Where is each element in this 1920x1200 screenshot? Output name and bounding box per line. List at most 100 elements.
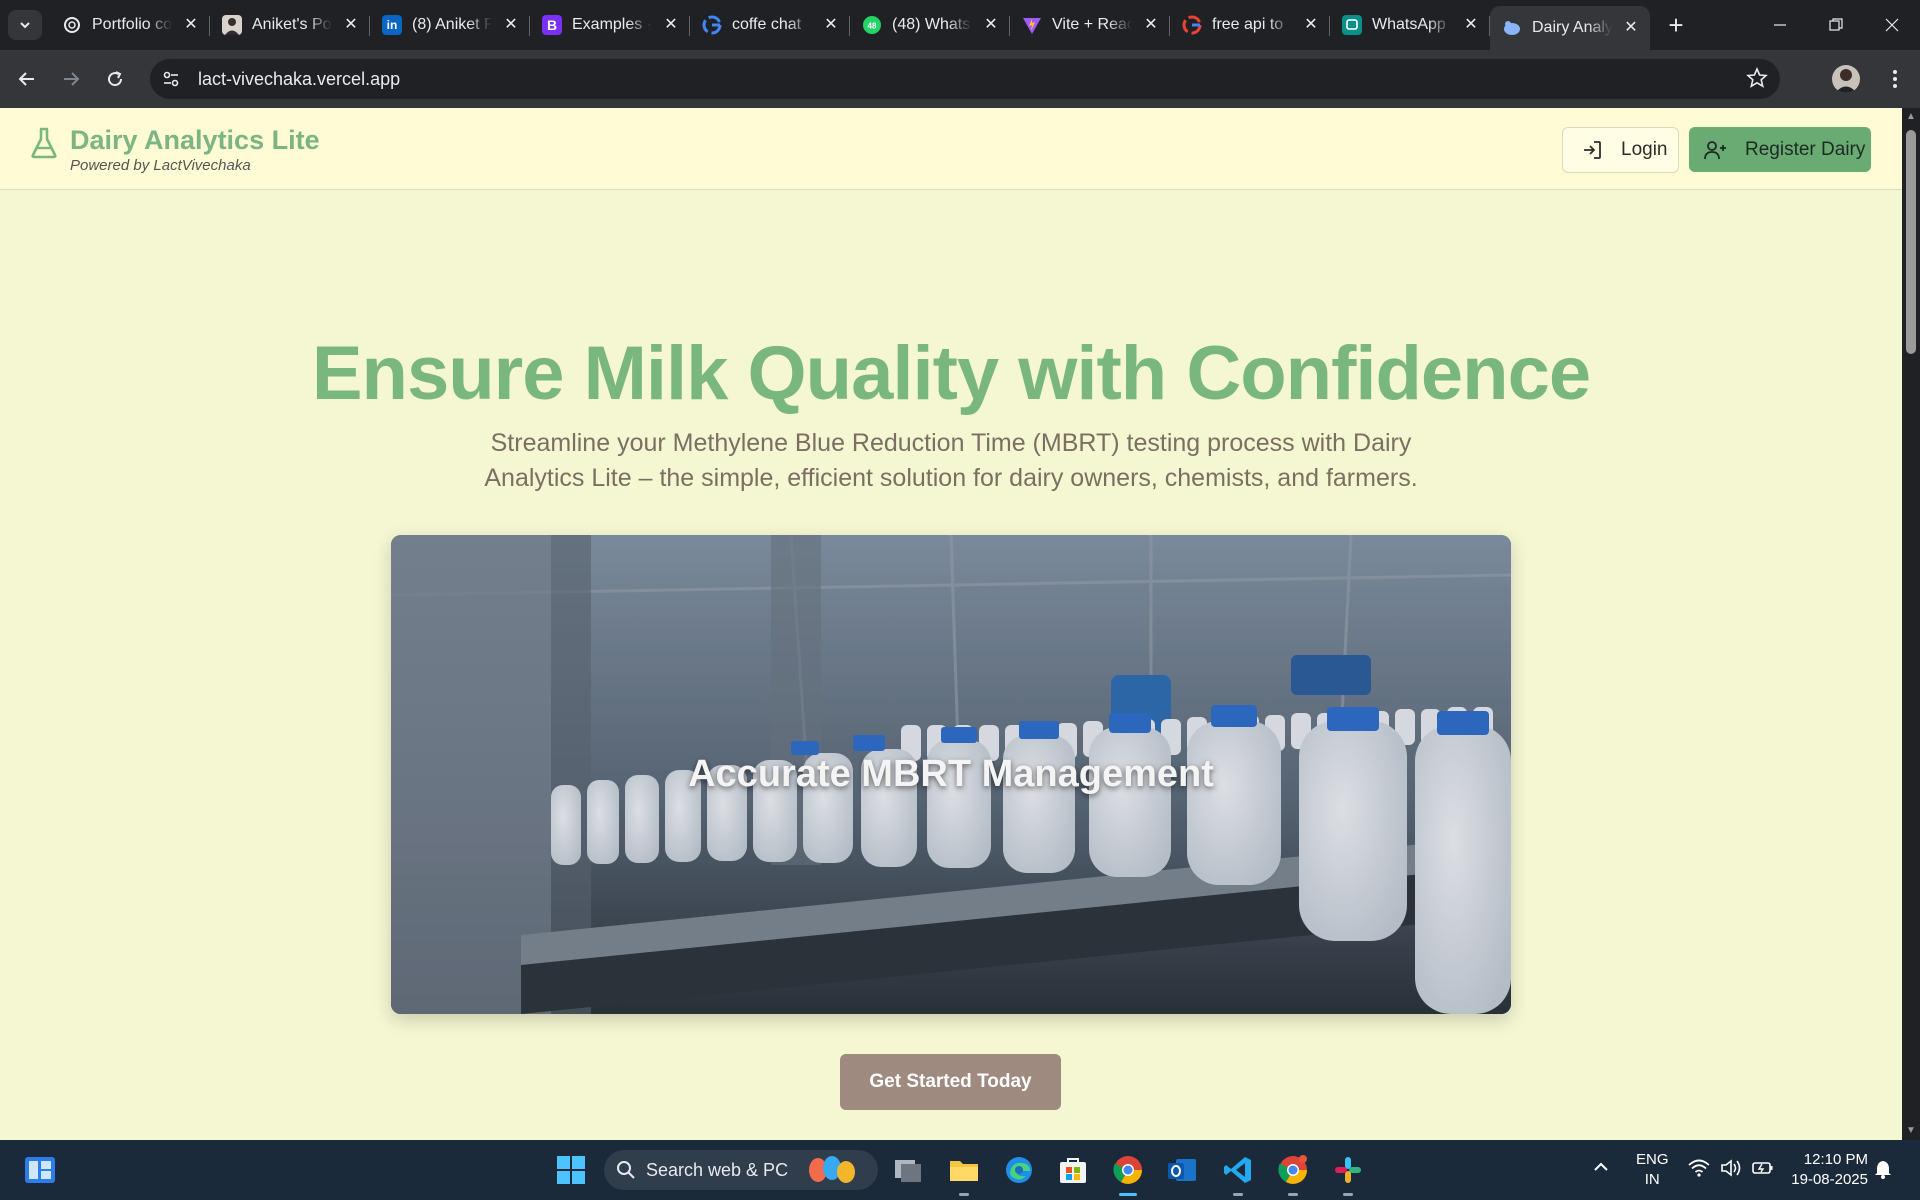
start-button[interactable] [557, 1156, 585, 1184]
clock-time: 12:10 PM [1803, 1151, 1868, 1168]
google-icon [1182, 15, 1202, 35]
bootstrap-icon: B [542, 15, 562, 35]
notification-bell-icon[interactable] [1874, 1159, 1892, 1184]
tab-dairy-analytics[interactable]: Dairy Analy ✕ [1490, 6, 1650, 50]
close-icon[interactable]: ✕ [182, 16, 200, 34]
close-icon[interactable]: ✕ [1622, 19, 1640, 37]
taskbar-search-placeholder: Search web & PC [646, 1159, 789, 1180]
more-vert-icon [1893, 70, 1897, 88]
restore-button[interactable] [1808, 0, 1864, 50]
running-indicator [1288, 1193, 1298, 1196]
close-icon[interactable]: ✕ [982, 16, 1000, 34]
forward-button[interactable] [51, 59, 91, 99]
input-language-indicator[interactable]: ENG IN [1636, 1150, 1669, 1190]
chrome-icon[interactable] [1108, 1150, 1148, 1196]
close-icon [1885, 18, 1899, 32]
address-bar[interactable]: lact-vivechaka.vercel.app [150, 59, 1780, 99]
running-indicator [1119, 1193, 1137, 1196]
outlook-icon[interactable] [1162, 1150, 1202, 1190]
volume-icon [1721, 1159, 1741, 1177]
whatsapp-icon: 48 [862, 15, 882, 35]
microsoft-store-icon[interactable] [1053, 1150, 1093, 1190]
vscode-icon[interactable] [1218, 1150, 1258, 1196]
system-tray[interactable] [1688, 1158, 1774, 1178]
edge-browser-icon[interactable] [999, 1150, 1039, 1190]
chrome-profile-icon[interactable] [1273, 1150, 1313, 1196]
user-plus-icon [1704, 140, 1726, 159]
windows-logo-icon [557, 1156, 585, 1184]
back-button[interactable] [7, 59, 47, 99]
windows-taskbar: Search web & PC ENG IN 12:10 PM 19-08-20… [0, 1140, 1920, 1200]
search-icon [617, 1161, 635, 1179]
site-info-button[interactable] [154, 62, 188, 96]
new-tab-button[interactable]: + [1658, 7, 1694, 43]
chevron-down-icon [20, 22, 30, 29]
vite-icon [1022, 15, 1042, 35]
tab-title: Examples · [572, 16, 652, 33]
browser-menu-button[interactable] [1880, 64, 1910, 94]
forward-arrow-icon [64, 72, 80, 86]
tab-whatsapp-web[interactable]: 48 (48) Whats ✕ [850, 6, 1010, 44]
show-hidden-icons-chevron-icon[interactable] [1592, 1158, 1610, 1181]
brand-name[interactable]: Dairy Analytics Lite [70, 125, 320, 156]
linkedin-icon: in [382, 15, 402, 35]
tab-title: WhatsApp [1372, 16, 1446, 33]
tab-search-button[interactable] [8, 10, 42, 40]
window-controls [1752, 0, 1920, 50]
file-explorer-icon[interactable] [944, 1150, 984, 1196]
tab-whatsapp[interactable]: WhatsApp ✕ [1330, 6, 1490, 44]
flask-icon [31, 127, 57, 159]
login-button[interactable]: Login [1562, 127, 1679, 173]
url-text[interactable]: lact-vivechaka.vercel.app [198, 69, 400, 90]
google-icon [702, 15, 722, 35]
balloons-icon [809, 1156, 856, 1183]
slack-icon[interactable] [1328, 1150, 1368, 1196]
close-icon[interactable]: ✕ [1462, 16, 1480, 34]
minimize-icon [1774, 24, 1786, 26]
close-icon[interactable]: ✕ [1302, 16, 1320, 34]
tab-title: coffe chat [732, 16, 802, 33]
close-icon[interactable]: ✕ [342, 16, 360, 34]
page-viewport: Dairy Analytics Lite Powered by LactVive… [0, 108, 1902, 1140]
get-started-button[interactable]: Get Started Today [840, 1054, 1061, 1110]
bookmark-star-icon[interactable] [1746, 66, 1768, 94]
clock[interactable]: 12:10 PM 19-08-2025 [1784, 1150, 1868, 1190]
widgets-icon[interactable] [22, 1154, 58, 1186]
tab-aniket-portfolio[interactable]: Aniket's Po ✕ [210, 6, 370, 44]
register-label: Register Dairy [1745, 138, 1866, 160]
tune-icon [163, 71, 179, 87]
taskbar-search[interactable]: Search web & PC [604, 1150, 878, 1190]
scroll-thumb[interactable] [1906, 130, 1916, 354]
restore-icon [1829, 18, 1843, 31]
register-dairy-button[interactable]: Register Dairy [1689, 127, 1871, 172]
close-icon[interactable]: ✕ [502, 16, 520, 34]
reload-button[interactable] [95, 59, 135, 99]
close-window-button[interactable] [1864, 0, 1920, 50]
profile-avatar[interactable] [1832, 65, 1860, 93]
tab-bootstrap-examples[interactable]: B Examples · ✕ [530, 6, 690, 44]
app-header: Dairy Analytics Lite Powered by LactVive… [0, 108, 1902, 190]
running-indicator [1233, 1193, 1243, 1196]
dairy-icon [1502, 18, 1522, 38]
task-view-icon[interactable] [888, 1150, 928, 1190]
openai-icon [62, 15, 82, 35]
tab-coffe-chat[interactable]: coffe chat ✕ [690, 6, 850, 44]
hero-title: Ensure Milk Quality with Confidence [311, 331, 1591, 416]
minimize-button[interactable] [1752, 0, 1808, 50]
login-label: Login [1621, 139, 1668, 160]
tab-free-api[interactable]: free api to ✕ [1170, 6, 1330, 44]
reload-icon [108, 71, 123, 87]
page-scrollbar[interactable]: ▲ ▼ [1902, 108, 1920, 1140]
close-icon[interactable]: ✕ [1142, 16, 1160, 34]
tab-portfolio[interactable]: Portfolio co ✕ [50, 6, 210, 44]
tab-title: (48) Whats [892, 16, 971, 33]
scroll-up-arrow-icon[interactable]: ▲ [1905, 111, 1917, 123]
scroll-down-arrow-icon[interactable]: ▼ [1905, 1125, 1917, 1137]
tab-vite-react[interactable]: Vite + Reac ✕ [1010, 6, 1170, 44]
tab-linkedin[interactable]: in (8) Aniket P ✕ [370, 6, 530, 44]
tab-title: Portfolio co [92, 16, 172, 33]
whatsapp-business-icon [1342, 15, 1362, 35]
close-icon[interactable]: ✕ [662, 16, 680, 34]
close-icon[interactable]: ✕ [822, 16, 840, 34]
tab-title: Vite + Reac [1052, 16, 1132, 33]
